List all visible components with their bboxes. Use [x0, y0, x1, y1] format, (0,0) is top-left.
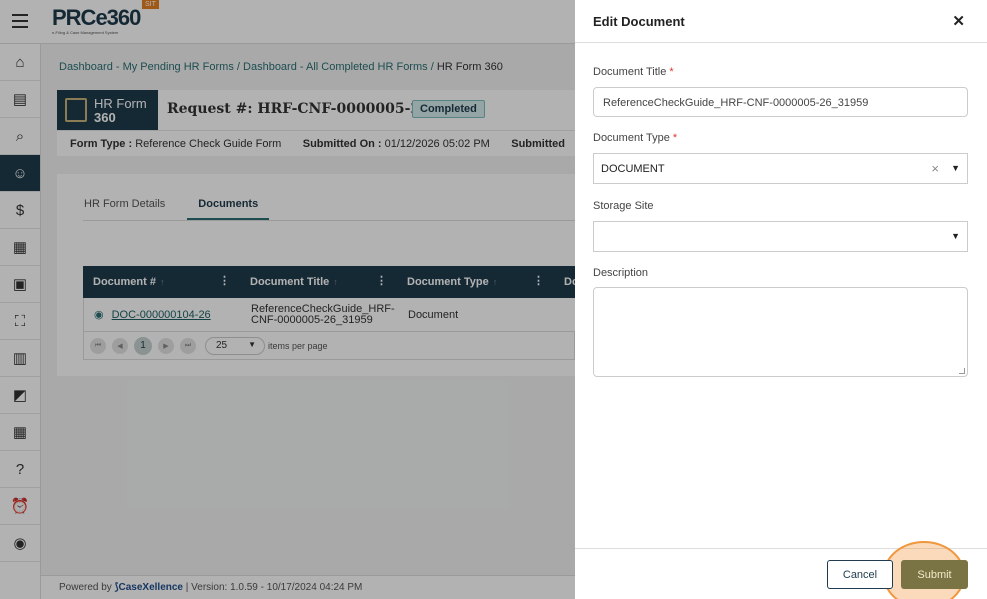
required-marker: *: [666, 66, 674, 78]
document-title-value: ReferenceCheckGuide_HRF-CNF-0000005-26_3…: [603, 97, 869, 109]
document-type-value: DOCUMENT: [601, 163, 665, 175]
description-textarea[interactable]: [593, 287, 968, 377]
document-title-input[interactable]: ReferenceCheckGuide_HRF-CNF-0000005-26_3…: [593, 87, 968, 117]
storage-site-select[interactable]: ▼: [593, 221, 968, 252]
description-label: Description: [593, 267, 649, 279]
drawer-title: Edit Document: [593, 14, 685, 29]
drawer-header: Edit Document ✕: [575, 0, 987, 43]
drawer-footer: Cancel Submit: [575, 541, 987, 599]
storage-site-label: Storage Site: [593, 200, 654, 212]
clear-icon[interactable]: ×: [931, 161, 939, 176]
submit-button[interactable]: Submit: [901, 560, 968, 589]
edit-document-drawer: Edit Document ✕ Document Title * Referen…: [575, 0, 987, 599]
document-title-label: Document Title *: [593, 66, 674, 78]
cancel-button[interactable]: Cancel: [827, 560, 893, 589]
close-icon[interactable]: ✕: [952, 12, 965, 30]
required-marker: *: [669, 132, 678, 144]
resize-handle-icon[interactable]: [959, 368, 965, 374]
chevron-down-icon[interactable]: ▼: [951, 163, 960, 173]
label-text: Document Type: [593, 132, 670, 144]
document-type-label: Document Type *: [593, 132, 677, 144]
document-type-select[interactable]: DOCUMENT × ▼: [593, 153, 968, 184]
label-text: Document Title: [593, 66, 667, 78]
chevron-down-icon[interactable]: ▼: [951, 231, 960, 241]
